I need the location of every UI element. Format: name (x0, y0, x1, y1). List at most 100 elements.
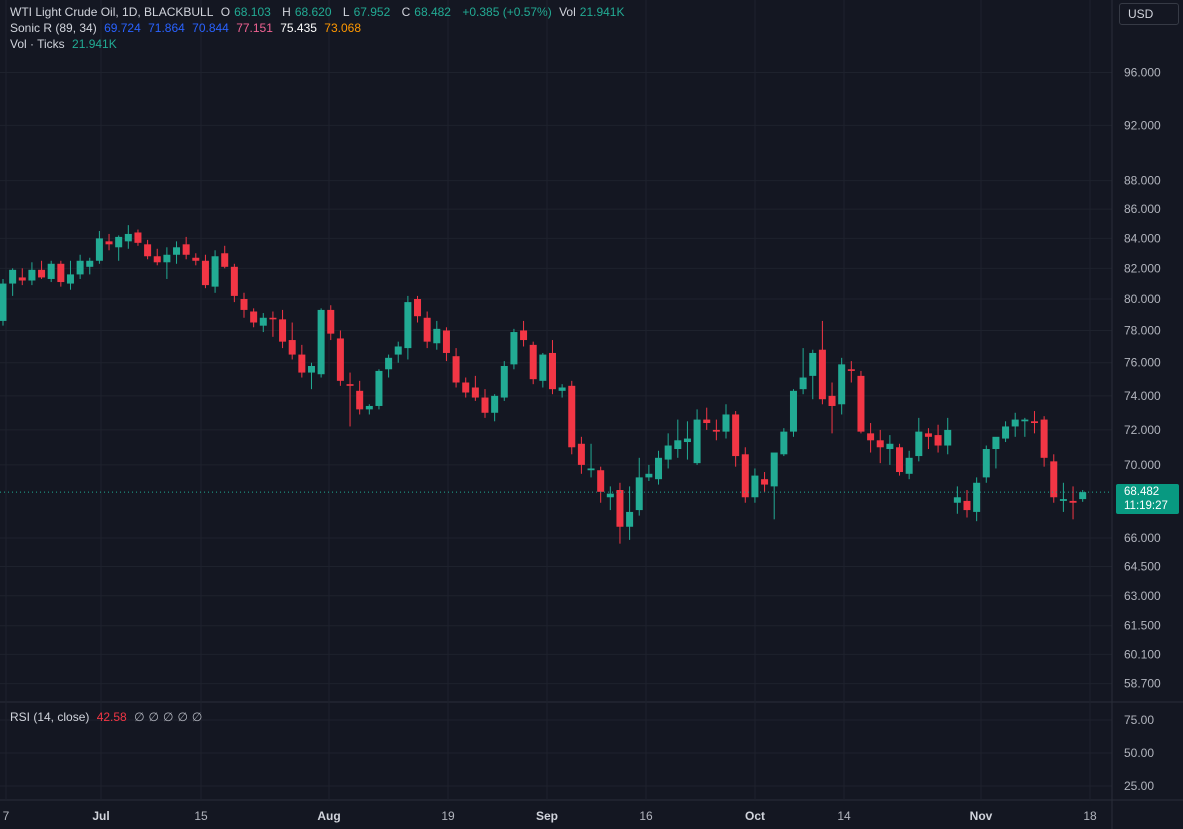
candle-body (144, 244, 152, 257)
candle-body (336, 338, 344, 381)
candle (992, 436, 1000, 469)
bar-countdown: 11:19:27 (1124, 500, 1168, 512)
candle (1002, 421, 1010, 443)
price-tick-label: 58.700 (1124, 677, 1161, 691)
volume-label[interactable]: Vol · Ticks (10, 37, 65, 51)
candle-body (38, 269, 46, 278)
candle (520, 320, 528, 347)
candle (0, 278, 7, 326)
symbol-name[interactable]: WTI Light Crude Oil, 1D, BLACKBULL (10, 5, 213, 19)
candle-body (433, 328, 441, 344)
price-chart[interactable]: 96.000 92.000 88.000 86.000 84.000 82.000 80.0… (0, 0, 1183, 829)
sonic-r-label[interactable]: Sonic R (89, 34) (10, 21, 97, 35)
candle (250, 308, 258, 328)
candle (394, 341, 402, 363)
candle (47, 260, 55, 283)
candle-body (375, 370, 383, 406)
time-tick-label: 19 (441, 809, 455, 823)
candle-body (1079, 492, 1087, 500)
candle-body (944, 429, 952, 446)
candle-body (28, 269, 36, 281)
rsi-na-1: ∅ (134, 710, 145, 724)
time-tick-label: Oct (745, 809, 765, 823)
candle (211, 250, 219, 293)
price-tick-label: 76.000 (1124, 356, 1161, 370)
candle-body (597, 470, 605, 492)
candle-body (1059, 499, 1067, 501)
candle-body (510, 332, 518, 365)
candle-body (693, 419, 701, 464)
price-tick-label: 92.000 (1124, 118, 1161, 132)
candle (192, 253, 200, 266)
candle-body (442, 330, 450, 353)
candle (751, 468, 759, 503)
candle (201, 254, 209, 289)
candle-body (124, 233, 132, 242)
candle (953, 486, 961, 514)
price-tick-label: 96.000 (1124, 65, 1161, 79)
candle-body (924, 433, 932, 437)
candle-body (857, 375, 865, 432)
candle (134, 229, 142, 246)
candle-body (520, 330, 528, 341)
time-tick-label: 16 (639, 809, 653, 823)
candle-body (9, 269, 17, 284)
candle (153, 248, 161, 266)
candle-body (95, 238, 103, 261)
candle-body (818, 349, 826, 400)
candle-body (905, 457, 913, 474)
candle (539, 352, 547, 388)
candle-body (847, 369, 855, 371)
candle-body (606, 493, 614, 498)
price-tick-label: 61.500 (1124, 619, 1161, 633)
candle-body (365, 405, 373, 410)
candle (876, 429, 884, 464)
rsi-na-4: ∅ (177, 710, 188, 724)
candle (500, 361, 508, 401)
candle (655, 450, 663, 485)
candle (481, 389, 489, 418)
candle-body (173, 247, 181, 255)
candle-body (0, 283, 7, 321)
candle (683, 421, 691, 460)
time-tick-label: Sep (536, 809, 558, 823)
candle-body (722, 414, 730, 432)
candle-body (115, 236, 123, 248)
candle-body (404, 302, 412, 349)
candle (9, 268, 17, 296)
candle-body (799, 377, 807, 390)
candle-body (741, 454, 749, 498)
candle (664, 433, 672, 469)
currency-button[interactable]: USD (1119, 3, 1179, 25)
candle (18, 268, 26, 286)
candle (857, 370, 865, 434)
rsi-tick-label: 25.00 (1124, 779, 1154, 793)
rsi-label[interactable]: RSI (14, close) (10, 710, 89, 724)
candle (1059, 482, 1067, 512)
candle (529, 341, 537, 385)
candle-body (577, 443, 585, 465)
symbol-legend: WTI Light Crude Oil, 1D, BLACKBULL O 68.1… (10, 4, 632, 20)
candle (182, 236, 190, 260)
price-tick-label: 66.000 (1124, 531, 1161, 545)
candle (442, 327, 450, 362)
price-tick-label: 88.000 (1124, 174, 1161, 188)
candle (28, 262, 36, 286)
candle (905, 450, 913, 480)
candle-body (356, 390, 364, 410)
candle-body (674, 440, 682, 450)
candle-body (259, 317, 267, 326)
price-tick-label: 84.000 (1124, 231, 1161, 245)
candle-body (982, 449, 990, 478)
candle-body (1040, 419, 1048, 458)
candle-body (394, 346, 402, 355)
candle (346, 372, 354, 427)
candle (95, 231, 103, 264)
candle (124, 225, 132, 249)
candle-body (385, 357, 393, 370)
candle-body (182, 244, 190, 255)
candle (761, 472, 769, 492)
price-tick-label: 63.000 (1124, 589, 1161, 603)
candle-body (201, 260, 209, 286)
candle (780, 428, 788, 457)
